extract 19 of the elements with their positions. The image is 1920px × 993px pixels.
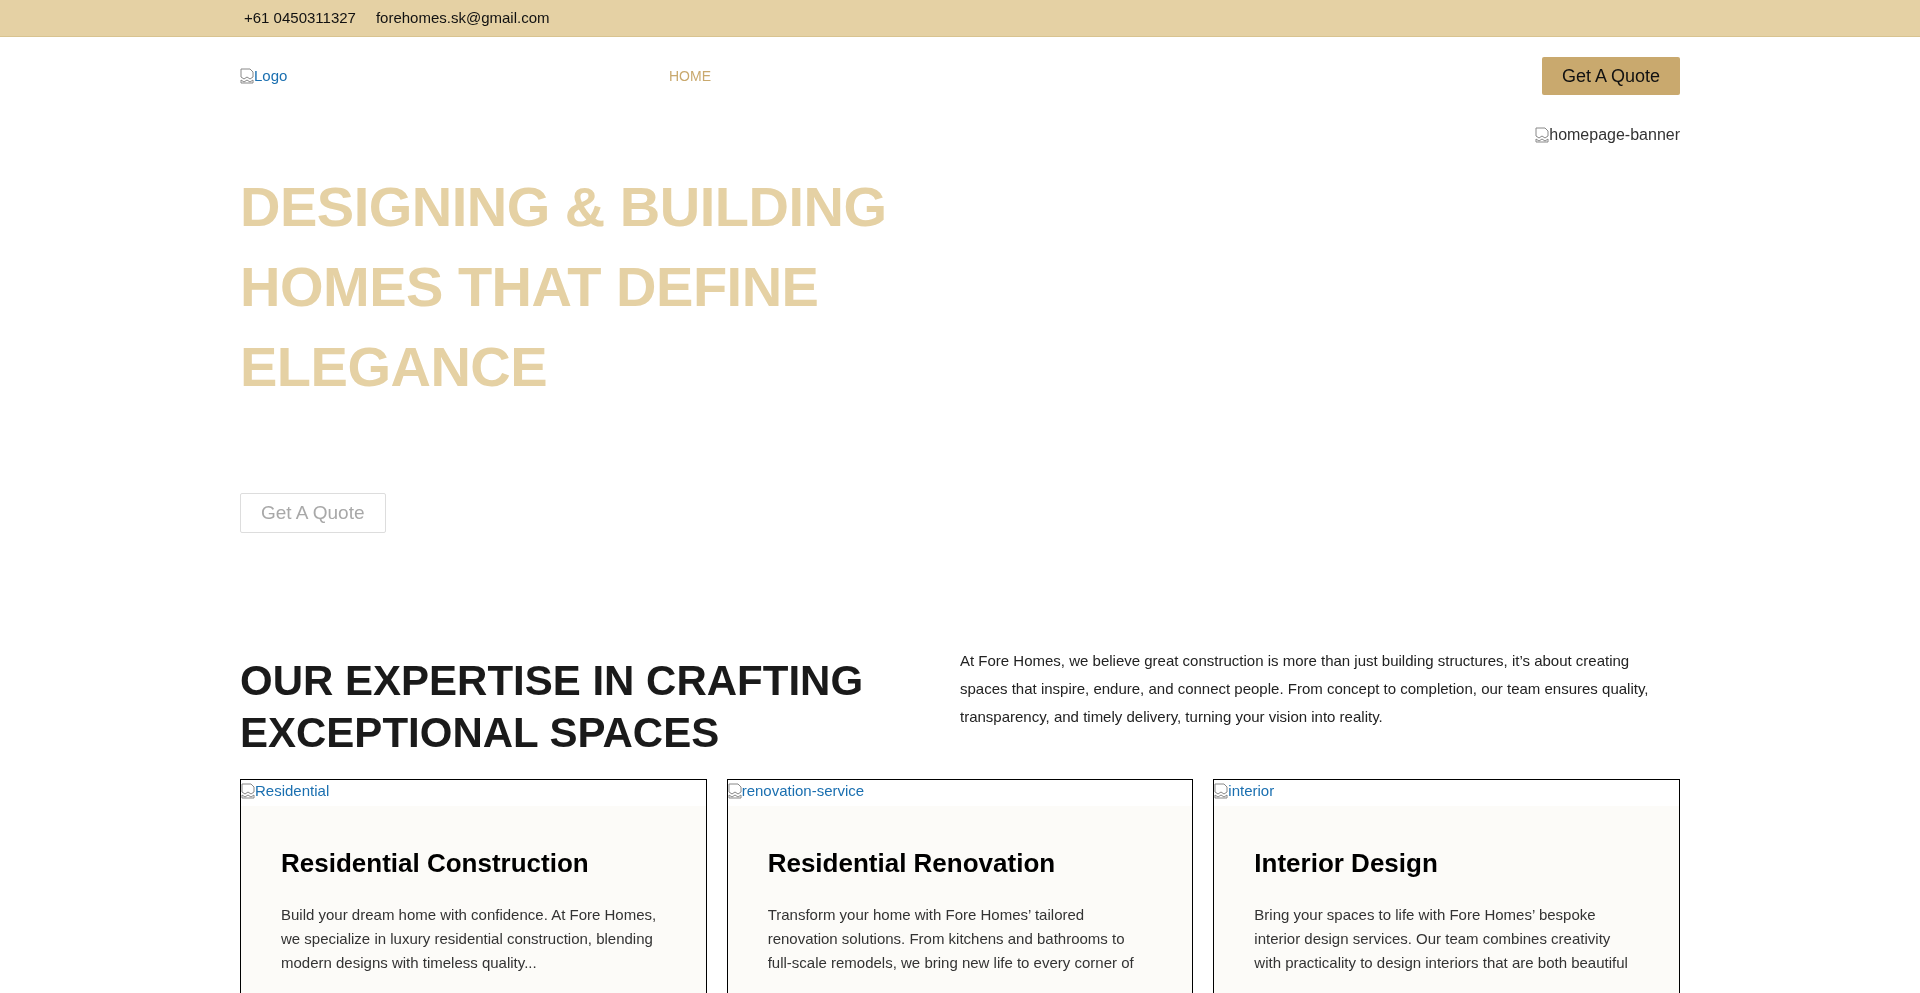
intro-paragraph: At Fore Homes, we believe great construction is more than just building structures, it’s about creating spaces that inspire, endure, and connect people. From concept to completion, our team ensures quality, transparency, and timely delivery, turning your vision into reality. [960, 651, 1650, 727]
section-heading: OUR EXPERTISE IN CRAFTING EXCEPTIONAL SPACES [240, 656, 865, 758]
get-quote-button[interactable]: Get A Quote [1541, 57, 1680, 95]
service-title: Residential Construction [281, 847, 589, 880]
logo: Logo [254, 65, 288, 86]
service-image: renovation-service [741, 781, 865, 801]
service-image: Residential [255, 781, 330, 801]
hero-heading: DESIGNING & BUILDING HOMES THAT DEFINE ELEGANCE [240, 174, 887, 400]
phone-number[interactable]: +61 0450311327 [244, 6, 356, 30]
email-address[interactable]: forehomes.sk@gmail.com [375, 6, 550, 30]
service-description: Bring your spaces to life with Fore Homes’ bespoke interior design services. Our team combines creativity with practicality to design interiors that are both beautiful [1254, 905, 1628, 973]
service-image: interior [1228, 781, 1275, 801]
broken-image-icon [1535, 127, 1550, 143]
broken-image-icon [240, 68, 254, 84]
service-description: Transform your home with Fore Homes’ tailored renovation solutions. From kitchens and bathrooms to full-scale remodels, we bring new life to every corner of [767, 905, 1134, 973]
banner-image: homepage-banner [1549, 125, 1680, 145]
service-title: Interior Design [1254, 847, 1438, 880]
service-title: Residential Renovation [767, 847, 1056, 880]
service-description: Build your dream home with confidence. At Fore Homes, we specialize in luxury residential construction, blending modern designs with timeless quality... [281, 905, 657, 973]
